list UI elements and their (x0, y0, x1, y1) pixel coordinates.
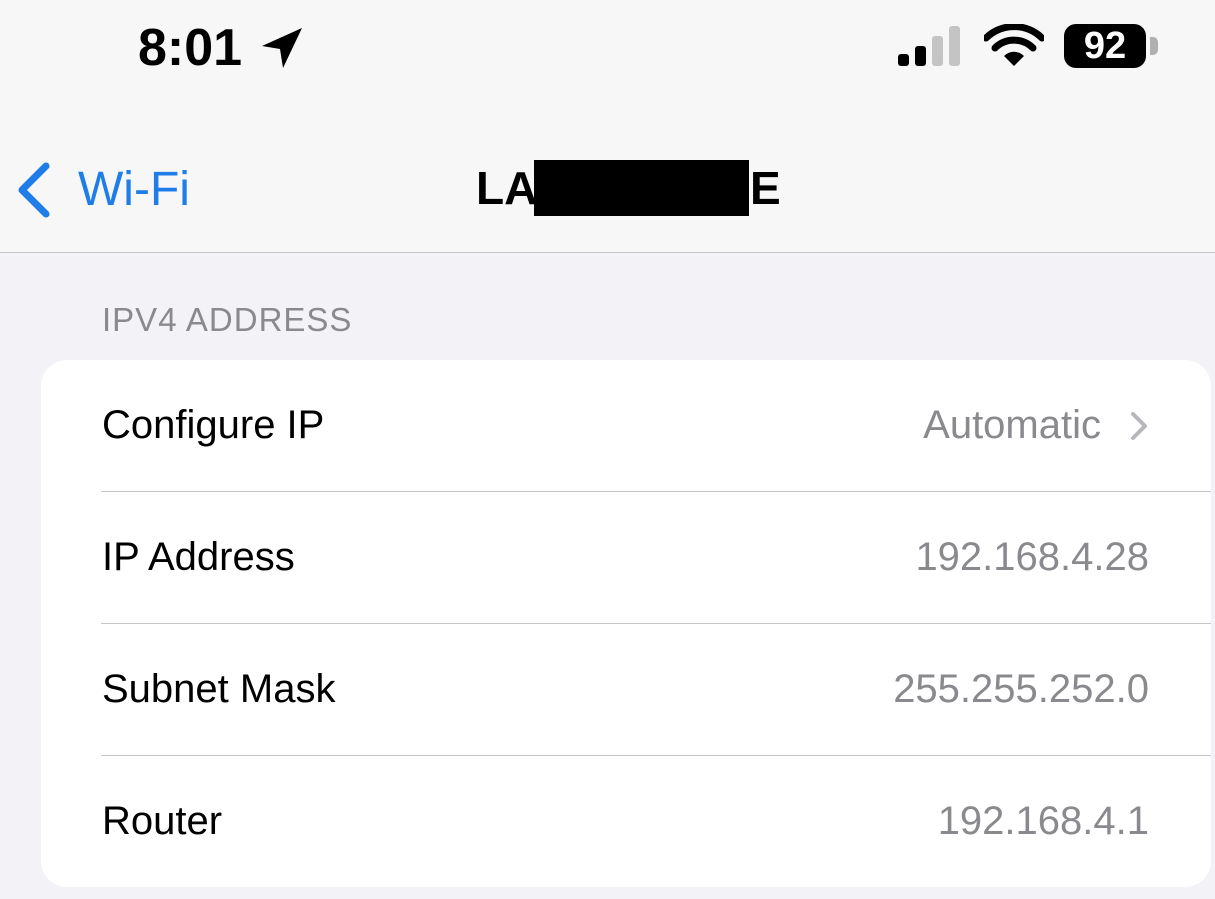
row-label: Subnet Mask (102, 667, 336, 711)
back-button[interactable]: Wi-Fi (14, 150, 190, 230)
ipv4-card: Configure IP Automatic IP Address 192.16… (41, 360, 1211, 887)
redaction-box (534, 160, 749, 216)
network-title: LA (476, 162, 538, 214)
network-title-end: E (750, 162, 781, 214)
location-arrow-icon (262, 28, 302, 68)
cellular-signal-icon (898, 26, 960, 66)
router-row: Router 192.168.4.1 (41, 756, 1211, 887)
ip-address-row: IP Address 192.168.4.28 (41, 492, 1211, 623)
row-label: Router (102, 799, 223, 843)
row-value: Automatic (923, 403, 1101, 447)
chevron-right-icon (1131, 412, 1147, 440)
wifi-icon (984, 24, 1044, 66)
section-header: IPV4 ADDRESS (102, 301, 353, 338)
back-label: Wi-Fi (78, 163, 190, 216)
chevron-left-icon (18, 162, 50, 218)
battery-nub (1150, 37, 1158, 55)
subnet-mask-row: Subnet Mask 255.255.252.0 (41, 624, 1211, 755)
status-time: 8:01 (138, 19, 243, 77)
configure-ip-row[interactable]: Configure IP Automatic (41, 360, 1211, 491)
row-value: 192.168.4.28 (915, 535, 1149, 579)
row-value: 192.168.4.1 (937, 799, 1149, 843)
row-label: IP Address (102, 535, 295, 579)
row-label: Configure IP (102, 403, 325, 447)
top-bar: 8:01 92 Wi-Fi LA E (0, 0, 1215, 253)
battery-indicator: 92 (1064, 24, 1146, 68)
row-value: 255.255.252.0 (893, 667, 1149, 711)
